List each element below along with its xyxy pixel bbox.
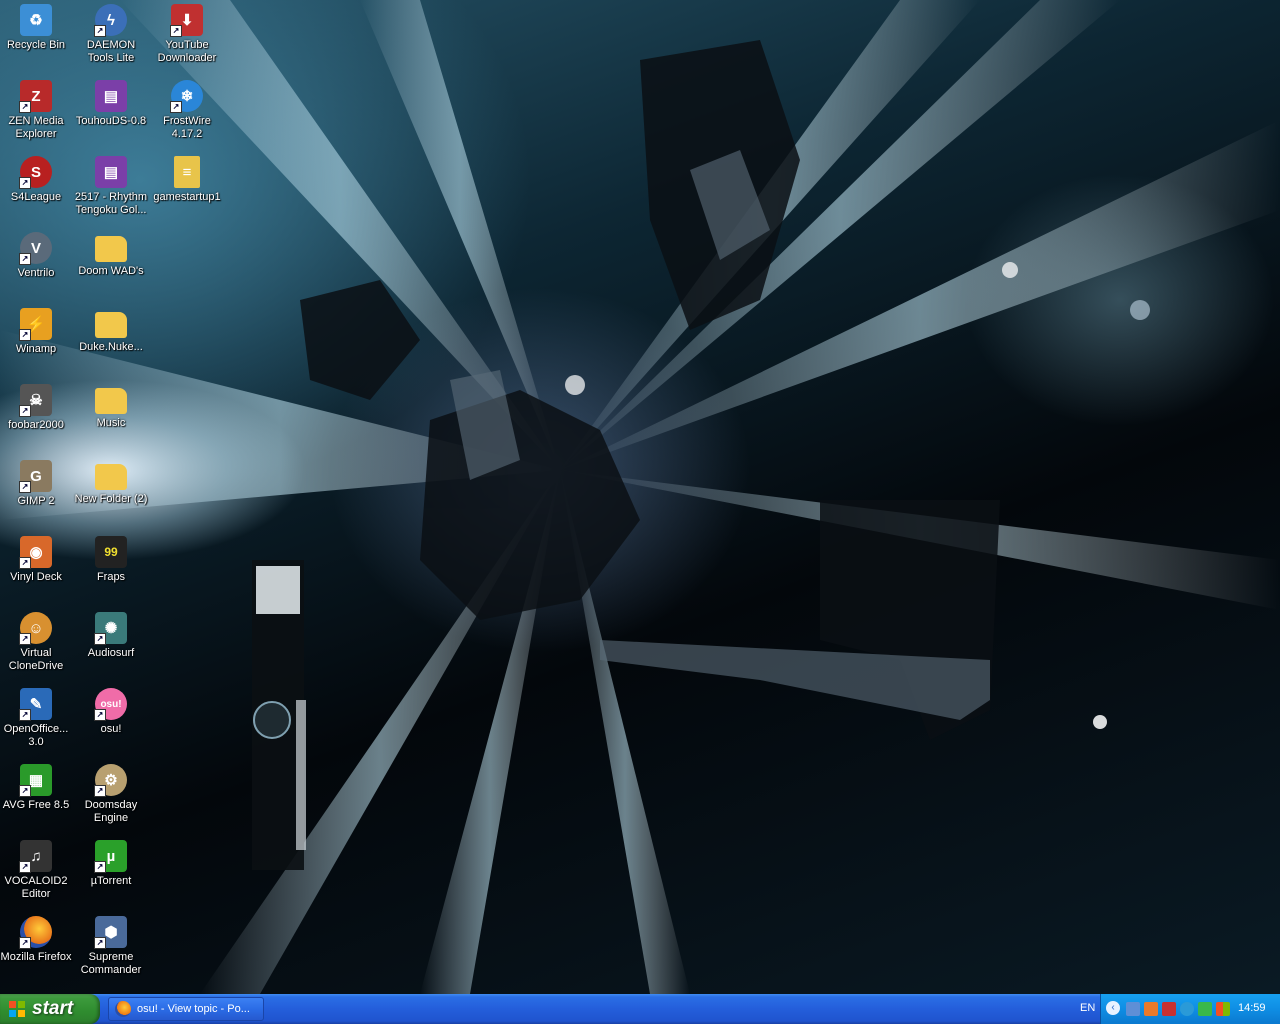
desktop-icon-firefox[interactable]: ↗ Mozilla Firefox [0, 916, 74, 964]
desktop-icon-duke-nukem[interactable]: Duke.Nuke... [73, 308, 149, 354]
youtube-downloader-icon: ⬇ ↗ [170, 4, 203, 37]
osu-icon: osu! ↗ [94, 688, 127, 721]
desktop-icon-recycle-bin[interactable]: ♻ Recycle Bin [0, 4, 74, 52]
document-icon: ≡ [174, 156, 200, 188]
taskbar-clock[interactable]: 14:59 [1238, 1002, 1266, 1014]
sync-tray-icon[interactable] [1198, 1002, 1212, 1016]
fraps-icon: 99 [95, 536, 127, 568]
desktop-icon-osu[interactable]: osu! ↗ osu! [73, 688, 149, 736]
supreme-commander-icon: ⬢ ↗ [94, 916, 127, 949]
avg-icon: ▦ ↗ [19, 764, 52, 797]
folder-icon [95, 388, 127, 414]
virtual-clonedrive-icon: ☺ ↗ [19, 612, 52, 645]
wallpaper-art [0, 0, 1280, 994]
desktop-icon-gamestartup1[interactable]: ≡ gamestartup1 [149, 156, 225, 204]
openoffice-icon: ✎ ↗ [19, 688, 52, 721]
desktop-icon-audiosurf[interactable]: ✺ ↗ Audiosurf [73, 612, 149, 660]
desktop-icon-vocaloid2[interactable]: ♫ ↗ VOCALOID2 Editor [0, 840, 74, 901]
folder-icon [95, 312, 127, 338]
firefox-icon: ↗ [19, 916, 52, 949]
taskbar-button-firefox-window[interactable]: osu! - View topic - Po... [108, 997, 264, 1021]
desktop-icon-touhouds[interactable]: ▤ TouhouDS-0.8 [73, 80, 149, 128]
network-tray-icon[interactable] [1126, 1002, 1140, 1016]
winamp-icon: ⚡ ↗ [19, 308, 52, 341]
desktop-icon-daemon-tools[interactable]: ϟ ↗ DAEMON Tools Lite [73, 4, 149, 65]
desktop-icon-doom-wads[interactable]: Doom WAD's [73, 232, 149, 278]
desktop-icon-supreme-commander[interactable]: ⬢ ↗ Supreme Commander [73, 916, 149, 977]
taskbar: start osu! - View topic - Po... EN ‹ 14:… [0, 994, 1280, 1024]
desktop-icon-openoffice[interactable]: ✎ ↗ OpenOffice... 3.0 [0, 688, 74, 749]
desktop-icon-zen-media-explorer[interactable]: Z ↗ ZEN Media Explorer [0, 80, 74, 141]
tray-expand-chevron-icon[interactable]: ‹ [1106, 1001, 1120, 1015]
ventrilo-icon: V ↗ [19, 232, 52, 265]
desktop-icon-youtube-downloader[interactable]: ⬇ ↗ YouTube Downloader [149, 4, 225, 65]
desktop-icon-ventrilo[interactable]: V ↗ Ventrilo [0, 232, 74, 280]
desktop-icon-rhythm-tengoku[interactable]: ▤ 2517 - Rhythm Tengoku Gol... [73, 156, 149, 217]
windows-logo-icon [9, 1001, 25, 1017]
desktop-icon-winamp[interactable]: ⚡ ↗ Winamp [0, 308, 74, 356]
desktop-icon-gimp[interactable]: G ↗ GIMP 2 [0, 460, 74, 508]
start-button[interactable]: start [0, 994, 100, 1024]
folder-icon [95, 236, 127, 262]
gimp-icon: G ↗ [19, 460, 52, 493]
doomsday-icon: ⚙ ↗ [94, 764, 127, 797]
desktop-wallpaper [0, 0, 1280, 994]
taskbar-button-label: osu! - View topic - Po... [137, 1003, 250, 1015]
shield-tray-icon[interactable] [1144, 1002, 1158, 1016]
archive-icon: ▤ [95, 80, 127, 112]
security-tray-icon[interactable] [1162, 1002, 1176, 1016]
frostwire-tray-icon[interactable] [1180, 1002, 1194, 1016]
desktop-icon-avg[interactable]: ▦ ↗ AVG Free 8.5 [0, 764, 74, 812]
desktop-icon-utorrent[interactable]: µ ↗ µTorrent [73, 840, 149, 888]
firefox-icon [115, 1001, 131, 1017]
recycle-bin-icon: ♻ [20, 4, 52, 36]
start-label: start [32, 998, 74, 1019]
desktop-icon-frostwire[interactable]: ❄ ↗ FrostWire 4.17.2 [149, 80, 225, 141]
frostwire-icon: ❄ ↗ [170, 80, 203, 113]
desktop-icon-foobar2000[interactable]: ☠ ↗ foobar2000 [0, 384, 74, 432]
vinyl-deck-icon: ◉ ↗ [19, 536, 52, 569]
desktop-icon-s4league[interactable]: S ↗ S4League [0, 156, 74, 204]
desktop-icon-doomsday-engine[interactable]: ⚙ ↗ Doomsday Engine [73, 764, 149, 825]
audiosurf-icon: ✺ ↗ [94, 612, 127, 645]
daemon-tools-icon: ϟ ↗ [94, 4, 127, 37]
utorrent-icon: µ ↗ [94, 840, 127, 873]
s4league-icon: S ↗ [19, 156, 52, 189]
desktop-icon-music[interactable]: Music [73, 384, 149, 430]
windows-update-tray-icon[interactable] [1216, 1002, 1230, 1016]
foobar-icon: ☠ ↗ [19, 384, 52, 417]
desktop-icon-new-folder-2[interactable]: New Folder (2) [73, 460, 149, 506]
folder-icon [95, 464, 127, 490]
desktop-icon-fraps[interactable]: 99 Fraps [73, 536, 149, 584]
archive-icon: ▤ [95, 156, 127, 188]
zen-media-icon: Z ↗ [19, 80, 52, 113]
desktop-icon-virtual-clonedrive[interactable]: ☺ ↗ Virtual CloneDrive [0, 612, 74, 673]
desktop-icon-vinyl-deck[interactable]: ◉ ↗ Vinyl Deck [0, 536, 74, 584]
vocaloid-icon: ♫ ↗ [19, 840, 52, 873]
language-indicator[interactable]: EN [1080, 1002, 1095, 1014]
